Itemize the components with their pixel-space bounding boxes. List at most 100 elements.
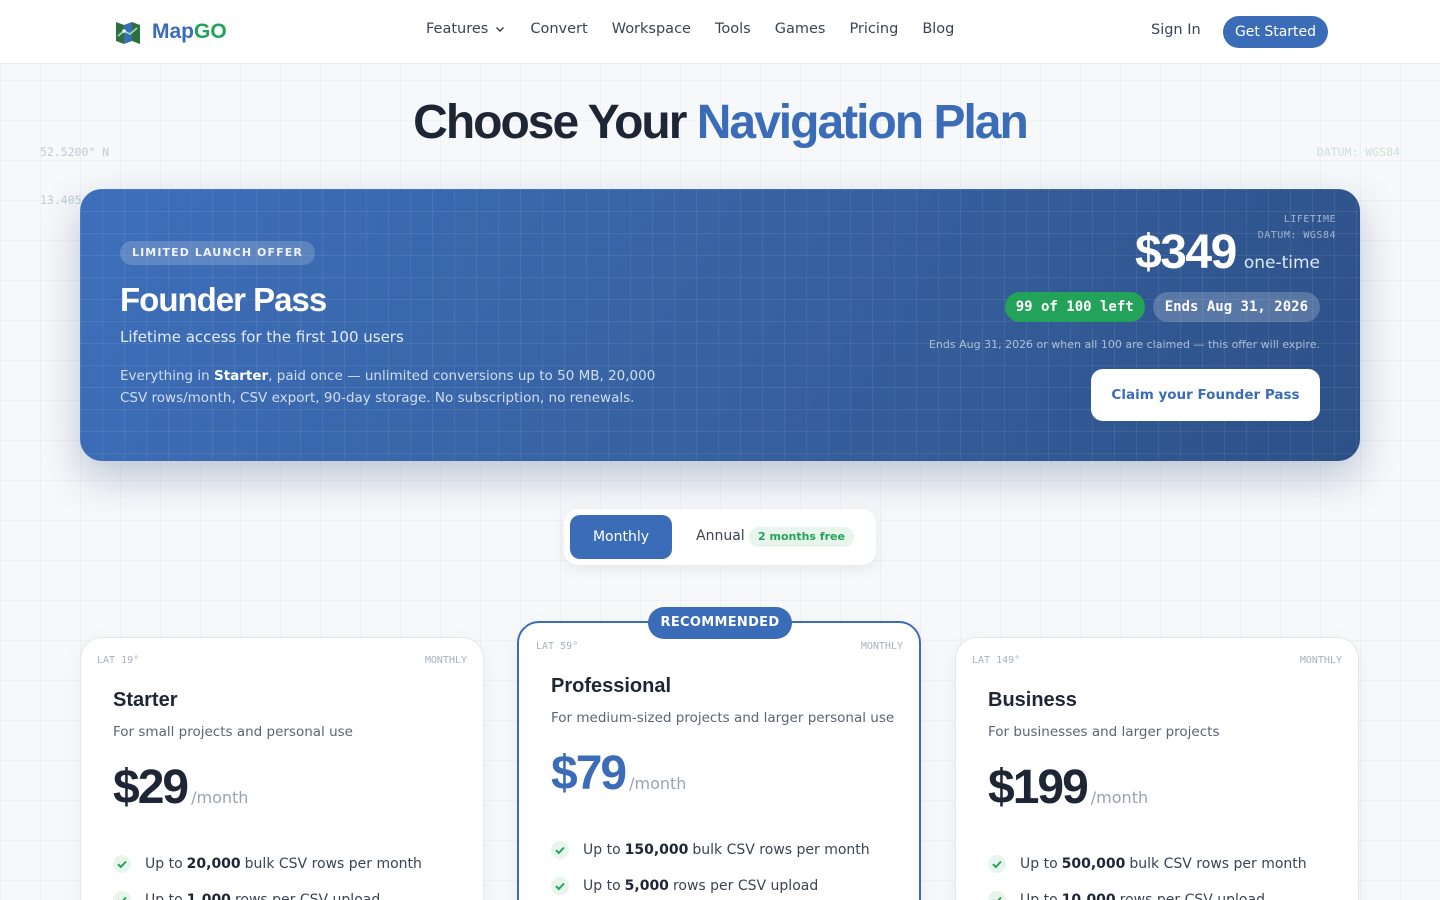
feature-value: 10,000 — [1061, 892, 1116, 900]
check-icon — [551, 841, 569, 859]
plan-lat-label: LAT 149° — [972, 655, 1021, 666]
plan-name: Professional — [551, 675, 672, 697]
longitude-readout: 13.405 — [40, 193, 82, 207]
plan-frequency-label: MONTHLY — [1299, 655, 1342, 666]
plan-features: Up to 150,000 bulk CSV rows per month Up t… — [551, 832, 870, 900]
feature-suffix: rows per CSV upload — [234, 892, 381, 900]
brand-logo[interactable]: MapGO — [114, 18, 227, 46]
brand-name-map: Map — [152, 20, 194, 43]
plan-feature: Up to 500,000 bulk CSV rows per month — [988, 846, 1307, 882]
main-menu: Features Convert Workspace Tools Games P… — [426, 21, 978, 37]
page-title: Choose Your Navigation Plan — [0, 95, 1440, 150]
plan-description: For medium-sized projects and larger per… — [551, 710, 895, 726]
feature-value: 500,000 — [1061, 856, 1126, 872]
plan-price: $79 /month — [551, 746, 686, 801]
plan-price-amount: $199 — [988, 761, 1089, 814]
limited-offer-badge: LIMITED LAUNCH OFFER — [120, 241, 315, 265]
plan-price-amount: $29 — [113, 761, 189, 814]
plan-features: Up to 500,000 bulk CSV rows per month Up t… — [988, 846, 1307, 900]
founder-badges: 99 of 100 left Ends Aug 31, 2026 — [1004, 292, 1320, 322]
feature-prefix: Up to — [145, 856, 183, 872]
founder-price: $349 one-time — [1135, 225, 1320, 280]
feature-prefix: Up to — [583, 842, 621, 858]
plan-feature: Up to 1,000 rows per CSV upload — [113, 882, 422, 900]
plan-price-amount: $79 — [551, 747, 627, 800]
check-icon — [988, 855, 1006, 873]
plan-name: Starter — [113, 689, 178, 711]
founder-pass-card: LIMITED LAUNCH OFFER Founder Pass Lifeti… — [80, 189, 1360, 461]
founder-pass-subtitle: Lifetime access for the first 100 users — [120, 328, 404, 346]
chevron-down-icon — [496, 26, 505, 33]
plan-lat-label: LAT 59° — [536, 641, 579, 652]
offer-end-badge: Ends Aug 31, 2026 — [1152, 292, 1320, 322]
plan-price-period: /month — [629, 774, 687, 793]
lifetime-label: LIFETIME — [1283, 214, 1336, 225]
feature-value: 150,000 — [624, 842, 689, 858]
plan-price-period: /month — [1090, 788, 1149, 807]
recommended-badge: RECOMMENDED — [648, 607, 792, 639]
annual-discount-badge: 2 months free — [749, 527, 854, 547]
nav-link-tools[interactable]: Tools — [715, 21, 751, 37]
check-icon — [988, 891, 1006, 900]
plan-description: For businesses and larger projects — [988, 724, 1220, 740]
plan-feature: Up to 5,000 rows per CSV upload — [551, 868, 870, 900]
billing-annual-option[interactable]: Annual — [696, 528, 745, 544]
plan-card-starter: LAT 19° MONTHLY Starter For small projec… — [80, 637, 484, 900]
feature-prefix: Up to — [145, 892, 183, 900]
feature-suffix: rows per CSV upload — [672, 878, 819, 894]
feature-prefix: Up to — [1020, 892, 1058, 900]
feature-suffix: bulk CSV rows per month — [1129, 856, 1307, 872]
plan-name: Business — [988, 689, 1077, 711]
plan-frequency-label: MONTHLY — [424, 655, 467, 666]
founder-pass-description: Everything in Starter, paid once — unlim… — [120, 365, 680, 409]
plan-price-period: /month — [191, 788, 249, 807]
claim-founder-pass-button[interactable]: Claim your Founder Pass — [1091, 369, 1320, 421]
feature-value: 5,000 — [624, 878, 669, 894]
feature-suffix: bulk CSV rows per month — [692, 842, 870, 858]
feature-suffix: rows per CSV upload — [1119, 892, 1265, 900]
plan-description: For small projects and personal use — [113, 724, 353, 740]
brand-name-go: GO — [194, 20, 227, 43]
feature-prefix: Up to — [1020, 856, 1058, 872]
nav-link-games[interactable]: Games — [775, 21, 826, 37]
check-icon — [113, 891, 131, 900]
nav-link-convert[interactable]: Convert — [530, 21, 587, 37]
nav-link-workspace[interactable]: Workspace — [612, 21, 691, 37]
plan-price: $199 /month — [988, 760, 1148, 815]
plan-price: $29 /month — [113, 760, 248, 815]
founder-pass-title: Founder Pass — [120, 281, 327, 318]
page-title-accent: Navigation Plan — [696, 96, 1029, 149]
plan-card-professional: LAT 59° MONTHLY Professional For medium-… — [517, 621, 921, 900]
nav-link-pricing[interactable]: Pricing — [849, 21, 898, 37]
spots-left-badge: 99 of 100 left — [1004, 292, 1145, 322]
billing-period-toggle: Monthly Annual 2 months free — [564, 509, 876, 565]
feature-prefix: Up to — [583, 878, 621, 894]
nav-link-features-label: Features — [426, 21, 489, 37]
feature-value: 20,000 — [186, 856, 241, 872]
offer-expiry-note: Ends Aug 31, 2026 or when all 100 are cl… — [928, 338, 1320, 351]
sign-in-link[interactable]: Sign In — [1151, 22, 1201, 38]
founder-desc-plan: Starter — [213, 368, 269, 384]
plan-frequency-label: MONTHLY — [860, 641, 903, 652]
page-title-main: Choose Your — [413, 96, 697, 149]
brand-name: MapGO — [152, 20, 227, 44]
founder-price-unit: one-time — [1243, 253, 1320, 273]
plan-features: Up to 20,000 bulk CSV rows per month Up to… — [113, 846, 422, 900]
plan-feature: Up to 150,000 bulk CSV rows per month — [551, 832, 870, 868]
founder-desc-pre: Everything in — [120, 368, 214, 384]
get-started-button[interactable]: Get Started — [1223, 16, 1328, 48]
check-icon — [113, 855, 131, 873]
check-icon — [551, 877, 569, 895]
billing-monthly-option[interactable]: Monthly — [570, 515, 672, 559]
plan-feature: Up to 10,000 rows per CSV upload — [988, 882, 1307, 900]
feature-value: 1,000 — [186, 892, 231, 900]
map-logo-icon — [116, 22, 140, 44]
plan-lat-label: LAT 19° — [97, 655, 140, 666]
feature-suffix: bulk CSV rows per month — [244, 856, 422, 872]
top-navigation: MapGO Features Convert Workspace Tools G… — [0, 0, 1440, 64]
plan-card-business: LAT 149° MONTHLY Business For businesses… — [955, 637, 1359, 900]
nav-link-blog[interactable]: Blog — [922, 21, 954, 37]
founder-price-amount: $349 — [1135, 226, 1237, 279]
plan-feature: Up to 20,000 bulk CSV rows per month — [113, 846, 422, 882]
nav-link-features[interactable]: Features — [426, 21, 506, 37]
